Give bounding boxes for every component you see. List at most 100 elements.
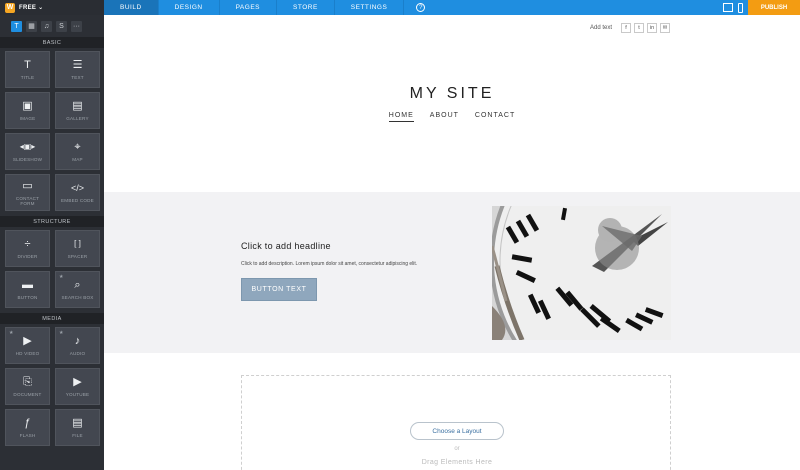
- search-box-icon: ⌕: [74, 279, 81, 292]
- elements-sidebar: T ▦ ♫ S ··· BASIC T TITLE ☰ TEXT ▣ IMAGE ▤ G…: [0, 15, 104, 470]
- element-divider[interactable]: ÷ DIVIDER: [5, 230, 50, 267]
- element-label: YOUTUBE: [65, 392, 90, 398]
- twitter-icon[interactable]: t: [634, 23, 644, 33]
- content-button[interactable]: BUTTON TEXT: [241, 278, 317, 301]
- element-label: FLASH: [19, 433, 36, 439]
- section-header-media: MEDIA: [0, 313, 104, 324]
- main-nav: BUILD DESIGN PAGES STORE SETTINGS: [104, 0, 405, 15]
- premium-star-icon: ★: [59, 274, 64, 280]
- site-navigation: HOME ABOUT CONTACT: [104, 112, 800, 122]
- tab-store[interactable]: STORE: [277, 0, 335, 15]
- drag-elements-hint: Drag Elements Here: [421, 459, 493, 466]
- site-canvas: Add text f t in ✉ MY SITE HOME ABOUT CON…: [104, 15, 800, 470]
- element-button[interactable]: ▬ BUTTON: [5, 271, 50, 308]
- plan-dropdown[interactable]: FREE ⌄: [19, 4, 44, 11]
- choose-layout-button[interactable]: Choose a Layout: [410, 422, 504, 440]
- flash-icon: ƒ: [24, 417, 31, 430]
- top-toolbar: W FREE ⌄ BUILD DESIGN PAGES STORE SETTIN…: [0, 0, 800, 15]
- header-add-text[interactable]: Add text: [590, 25, 612, 31]
- element-label: MAP: [72, 157, 83, 163]
- publish-button[interactable]: PUBLISH: [748, 0, 800, 15]
- spacer-icon: [ ]: [74, 239, 81, 249]
- clock-photo[interactable]: [492, 206, 671, 340]
- premium-star-icon: ★: [59, 330, 64, 336]
- element-label: TEXT: [71, 75, 84, 81]
- element-audio[interactable]: ★ ♪ AUDIO: [55, 327, 100, 364]
- button-icon: ▬: [22, 279, 33, 292]
- headline-text[interactable]: Click to add headline: [241, 241, 331, 251]
- premium-star-icon: ★: [9, 330, 14, 336]
- map-icon: ⌖: [74, 141, 81, 154]
- tab-settings[interactable]: SETTINGS: [335, 0, 405, 15]
- youtube-icon: ▶: [73, 376, 82, 389]
- title-icon: T: [24, 59, 31, 72]
- tab-pages[interactable]: PAGES: [220, 0, 277, 15]
- content-band: Click to add headline Click to add descr…: [104, 192, 800, 353]
- element-file[interactable]: ▤ FILE: [55, 409, 100, 446]
- element-label: FILE: [72, 433, 83, 439]
- tab-build[interactable]: BUILD: [104, 0, 159, 15]
- help-icon[interactable]: ?: [416, 3, 426, 12]
- element-label: SLIDESHOW: [12, 157, 43, 163]
- file-icon: ▤: [72, 417, 83, 430]
- slideshow-icon: ◂▣▸: [19, 142, 36, 152]
- element-youtube[interactable]: ▶ YOUTUBE: [55, 368, 100, 405]
- element-flash[interactable]: ƒ FLASH: [5, 409, 50, 446]
- element-label: TITLE: [20, 75, 35, 81]
- mobile-view-icon[interactable]: [738, 2, 743, 13]
- gallery-icon: ▤: [72, 100, 83, 113]
- basic-elements-grid: T TITLE ☰ TEXT ▣ IMAGE ▤ GALLERY ◂▣▸ SLIDESHO…: [0, 48, 104, 216]
- document-icon: ⎘: [23, 376, 32, 389]
- element-label: BUTTON: [17, 295, 38, 301]
- element-title[interactable]: T TITLE: [5, 51, 50, 88]
- element-embed-code[interactable]: </> EMBED CODE: [55, 174, 100, 211]
- tab-design[interactable]: DESIGN: [159, 0, 220, 15]
- element-spacer[interactable]: [ ] SPACER: [55, 230, 100, 267]
- site-title[interactable]: MY SITE: [104, 85, 800, 103]
- email-icon[interactable]: ✉: [660, 23, 670, 33]
- description-text[interactable]: Click to add description. Lorem ipsum do…: [241, 261, 417, 267]
- site-nav-about[interactable]: ABOUT: [430, 112, 459, 122]
- element-contact-form[interactable]: ▭ CONTACT FORM: [5, 174, 50, 211]
- desktop-view-icon[interactable]: [723, 3, 733, 12]
- element-label: SPACER: [67, 254, 88, 260]
- category-tab-store[interactable]: S: [56, 20, 67, 32]
- structure-elements-grid: ÷ DIVIDER [ ] SPACER ▬ BUTTON ★ ⌕ SEARCH BOX: [0, 227, 104, 313]
- facebook-icon[interactable]: f: [621, 23, 631, 33]
- section-header-structure: STRUCTURE: [0, 216, 104, 227]
- section-header-basic: BASIC: [0, 37, 104, 48]
- top-right-controls: PUBLISH: [723, 0, 800, 15]
- clock-image: [492, 206, 671, 340]
- element-document[interactable]: ⎘ DOCUMENT: [5, 368, 50, 405]
- element-text[interactable]: ☰ TEXT: [55, 51, 100, 88]
- element-label: SEARCH BOX: [61, 295, 94, 301]
- image-icon: ▣: [22, 100, 33, 113]
- element-search-box[interactable]: ★ ⌕ SEARCH BOX: [55, 271, 100, 308]
- element-label: EMBED CODE: [61, 198, 94, 204]
- element-slideshow[interactable]: ◂▣▸ SLIDESHOW: [5, 133, 50, 170]
- category-tab-basic[interactable]: T: [11, 20, 22, 32]
- site-nav-contact[interactable]: CONTACT: [475, 112, 515, 122]
- element-label: IMAGE: [19, 116, 36, 122]
- site-nav-home[interactable]: HOME: [388, 112, 414, 122]
- drop-zone[interactable]: Choose a Layout or Drag Elements Here: [241, 375, 671, 470]
- element-label: CONTACT FORM: [15, 195, 40, 207]
- element-map[interactable]: ⌖ MAP: [55, 133, 100, 170]
- embed-code-icon: </>: [70, 183, 84, 194]
- element-label: AUDIO: [69, 351, 86, 357]
- element-image[interactable]: ▣ IMAGE: [5, 92, 50, 129]
- element-hd-video[interactable]: ★ ▶ HD VIDEO: [5, 327, 50, 364]
- hd-video-icon: ▶: [23, 335, 32, 348]
- element-label: HD VIDEO: [15, 351, 40, 357]
- category-tab-gallery[interactable]: ▦: [26, 20, 37, 32]
- brand-area[interactable]: W FREE ⌄: [0, 0, 104, 15]
- linkedin-icon[interactable]: in: [647, 23, 657, 33]
- or-label: or: [454, 446, 460, 452]
- element-gallery[interactable]: ▤ GALLERY: [55, 92, 100, 129]
- category-tab-more[interactable]: ···: [71, 20, 82, 32]
- element-label: DOCUMENT: [13, 392, 42, 398]
- category-tab-media[interactable]: ♫: [41, 20, 52, 32]
- element-category-tabs: T ▦ ♫ S ···: [0, 15, 104, 37]
- weebly-logo-icon: W: [5, 2, 15, 13]
- audio-icon: ♪: [74, 335, 81, 348]
